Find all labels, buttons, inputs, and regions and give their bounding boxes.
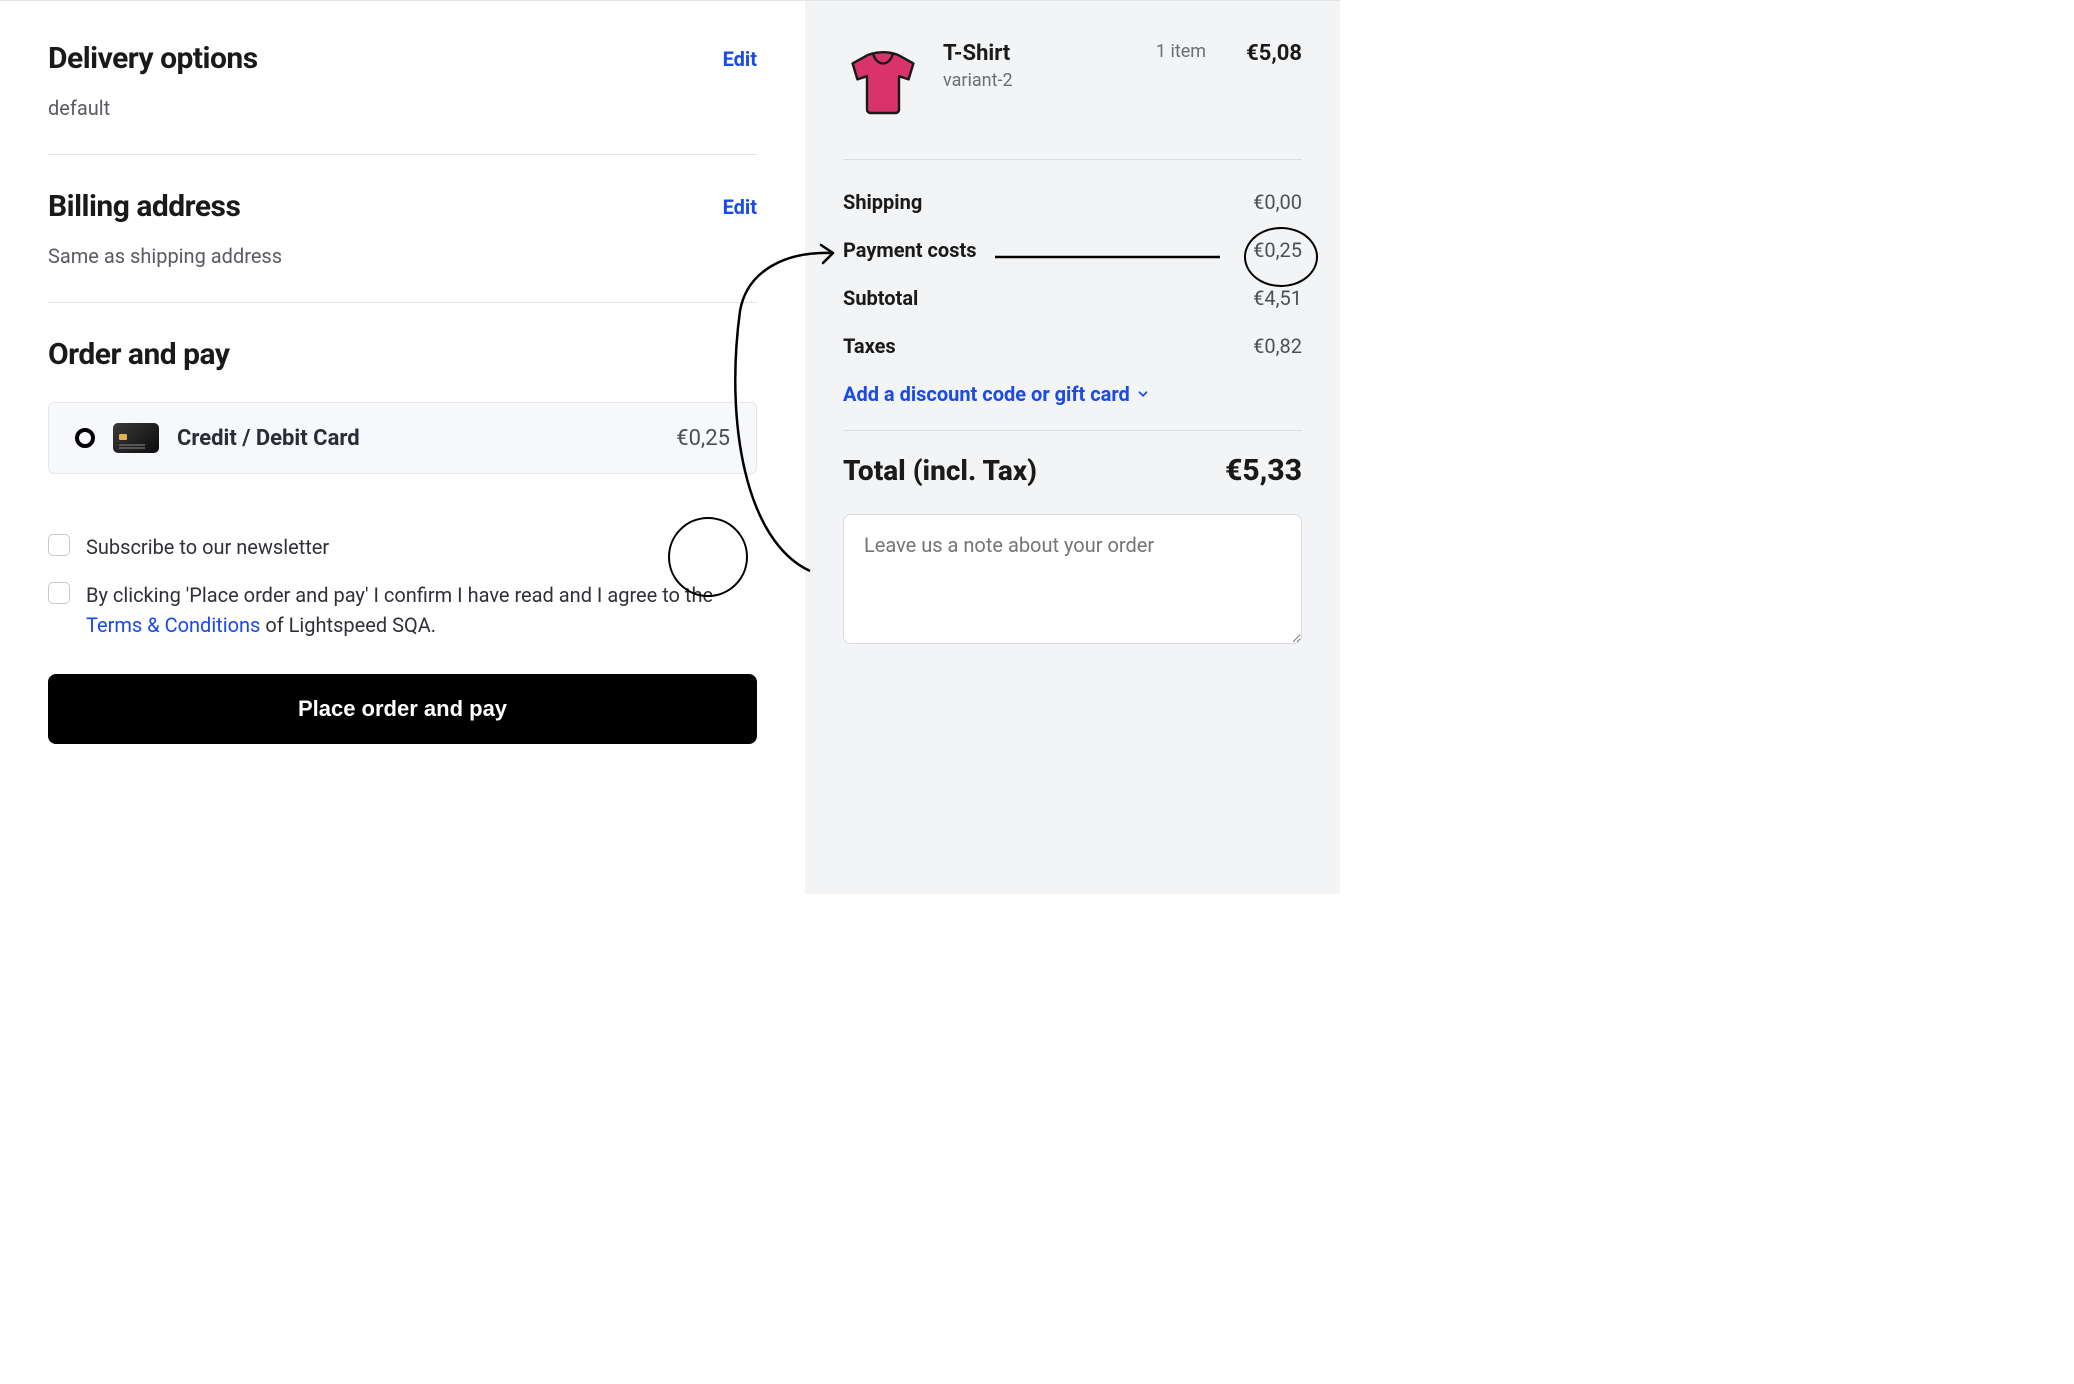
delivery-section: Delivery options Edit default (48, 41, 757, 154)
terms-checkbox[interactable] (48, 582, 70, 604)
shipping-label: Shipping (843, 190, 922, 214)
billing-value: Same as shipping address (48, 244, 757, 268)
billing-edit-link[interactable]: Edit (723, 195, 757, 219)
total-value: €5,33 (1225, 453, 1302, 488)
terms-link[interactable]: Terms & Conditions (86, 613, 260, 637)
payment-method-option[interactable]: Credit / Debit Card €0,25 (48, 402, 757, 474)
checkout-main: Delivery options Edit default Billing ad… (0, 1, 805, 894)
terms-text: By clicking 'Place order and pay' I conf… (86, 580, 757, 640)
terms-prefix: By clicking 'Place order and pay' I conf… (86, 583, 713, 607)
summary-taxes-row: Taxes €0,82 (843, 322, 1302, 370)
summary-shipping-row: Shipping €0,00 (843, 178, 1302, 226)
billing-title: Billing address (48, 189, 240, 224)
cart-item-name: T-Shirt (943, 41, 1136, 66)
newsletter-row: Subscribe to our newsletter (48, 532, 757, 562)
place-order-button[interactable]: Place order and pay (48, 674, 757, 744)
order-section: Order and pay Credit / Debit Card €0,25 … (48, 303, 757, 744)
payment-costs-label: Payment costs (843, 238, 977, 262)
order-note-input[interactable] (843, 514, 1302, 644)
summary-subtotal-row: Subtotal €4,51 (843, 274, 1302, 322)
terms-suffix: of Lightspeed SQA. (260, 613, 436, 637)
taxes-label: Taxes (843, 334, 896, 358)
cart-item-variant: variant-2 (943, 70, 1136, 91)
payment-costs-value: €0,25 (1253, 238, 1302, 262)
subtotal-label: Subtotal (843, 286, 918, 310)
divider (843, 159, 1302, 160)
newsletter-checkbox[interactable] (48, 534, 70, 556)
cart-item: T-Shirt variant-2 1 item €5,08 (843, 41, 1302, 149)
taxes-value: €0,82 (1253, 334, 1302, 358)
order-title: Order and pay (48, 337, 229, 372)
divider (843, 430, 1302, 431)
total-row: Total (incl. Tax) €5,33 (843, 453, 1302, 488)
delivery-edit-link[interactable]: Edit (723, 47, 757, 71)
order-summary-sidebar: T-Shirt variant-2 1 item €5,08 Shipping … (805, 1, 1340, 894)
summary-payment-costs-row: Payment costs €0,25 (843, 226, 1302, 274)
shipping-value: €0,00 (1253, 190, 1302, 214)
payment-method-price: €0,25 (676, 426, 730, 451)
terms-row: By clicking 'Place order and pay' I conf… (48, 580, 757, 640)
total-label: Total (incl. Tax) (843, 454, 1037, 487)
discount-code-link[interactable]: Add a discount code or gift card (843, 382, 1150, 406)
payment-radio-selected-icon (75, 428, 95, 448)
subtotal-value: €4,51 (1253, 286, 1302, 310)
delivery-title: Delivery options (48, 41, 258, 76)
tshirt-icon (843, 41, 923, 121)
chevron-down-icon (1136, 387, 1150, 401)
payment-method-label: Credit / Debit Card (177, 426, 658, 451)
cart-item-price: €5,08 (1246, 41, 1302, 66)
discount-link-text: Add a discount code or gift card (843, 382, 1130, 406)
cart-item-qty: 1 item (1156, 41, 1206, 62)
billing-section: Billing address Edit Same as shipping ad… (48, 155, 757, 302)
delivery-value: default (48, 96, 757, 120)
credit-card-icon (113, 423, 159, 453)
newsletter-label: Subscribe to our newsletter (86, 532, 329, 562)
